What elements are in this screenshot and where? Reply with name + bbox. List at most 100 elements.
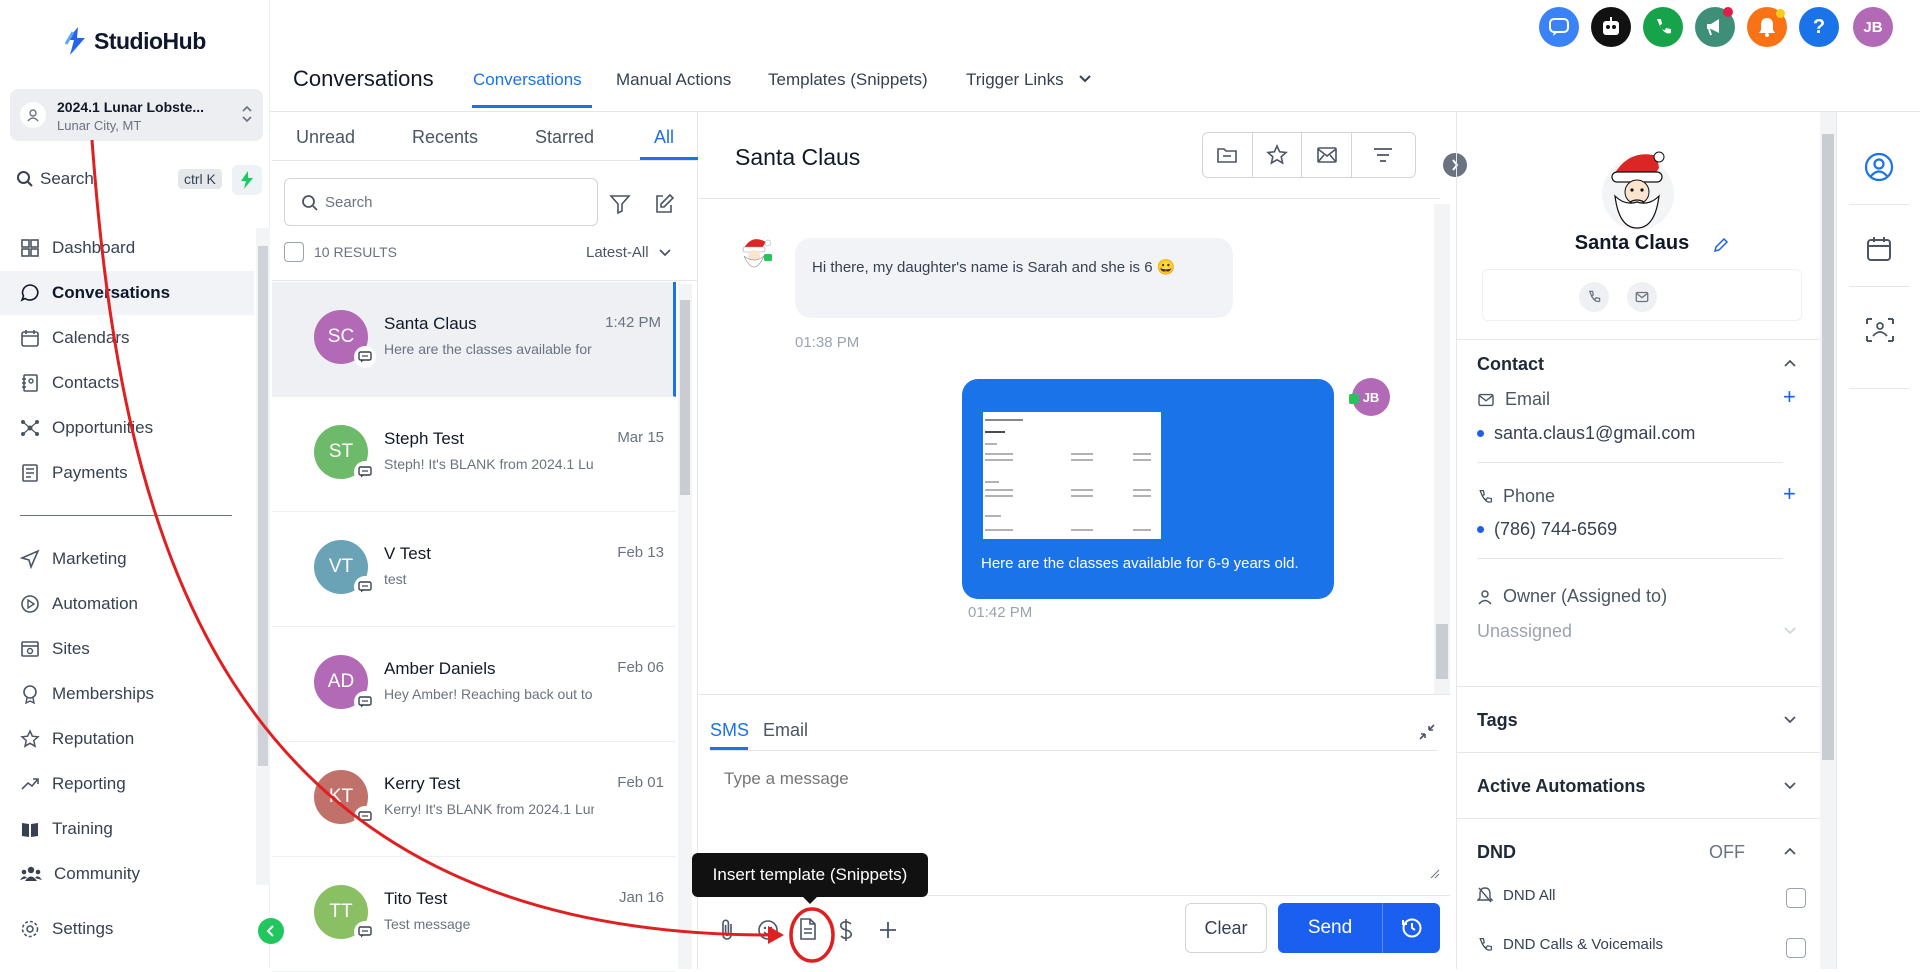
nav-payments[interactable]: Payments [0, 451, 254, 495]
message-preview: Hey Amber! Reaching back out to [384, 686, 593, 702]
conversation-row[interactable]: KT Kerry Test Kerry! It's BLANK from 2024.… [272, 742, 676, 857]
chevron-down-icon[interactable] [1078, 74, 1092, 84]
call-contact-button[interactable] [1579, 282, 1609, 312]
nav-label: Memberships [52, 684, 155, 703]
email-label: Email [1477, 389, 1550, 410]
scrollbar-thumb[interactable] [680, 300, 690, 495]
phone-value[interactable]: (786) 744-6569 [1477, 519, 1617, 540]
quick-actions-button[interactable] [232, 165, 262, 195]
schedule-send-button[interactable] [1382, 903, 1440, 953]
schedule-clock-icon [1401, 918, 1421, 938]
tab-manual-actions[interactable]: Manual Actions [616, 70, 731, 90]
paperclip-icon[interactable] [717, 918, 737, 942]
user-avatar[interactable]: JB [1853, 7, 1893, 47]
owner-select[interactable]: Unassigned [1477, 621, 1572, 642]
global-search[interactable]: Search ctrl K [10, 163, 228, 195]
nav-marketing[interactable]: Marketing [0, 537, 254, 581]
panel-scrollbar[interactable] [1820, 112, 1836, 969]
nav-community[interactable]: Community [0, 852, 254, 896]
conversation-row[interactable]: VT V Test test Feb 13 [272, 512, 676, 627]
plus-icon[interactable] [878, 920, 898, 940]
list-scrollbar[interactable] [678, 284, 692, 969]
edit-pencil-icon[interactable] [1713, 237, 1729, 253]
clear-button[interactable]: Clear [1185, 903, 1267, 953]
insert-template-icon[interactable] [797, 917, 819, 941]
select-all-checkbox[interactable] [284, 242, 304, 262]
chevron-updown-icon [242, 105, 252, 123]
nav-dashboard[interactable]: Dashboard [0, 226, 254, 270]
sidebar: StudioHub 2024.1 Lunar Lobste... Lunar C… [0, 0, 284, 969]
tab-trigger-links[interactable]: Trigger Links [966, 70, 1064, 90]
dollar-icon[interactable] [838, 917, 854, 943]
nav-reporting[interactable]: Reporting [0, 762, 254, 806]
contact-quick-actions [1482, 269, 1802, 321]
nav-calendars[interactable]: Calendars [0, 316, 254, 360]
phone-dialer-button[interactable] [1643, 7, 1683, 47]
dnd-all-checkbox[interactable] [1786, 888, 1806, 908]
notifications-button[interactable] [1747, 7, 1787, 47]
chat-widget-button[interactable] [1539, 7, 1579, 47]
send-button[interactable]: Send [1278, 903, 1382, 953]
compose-icon[interactable] [653, 193, 675, 215]
conversation-row[interactable]: ST Steph Test Steph! It's BLANK from 2024.… [272, 397, 676, 512]
calendar-icon [21, 330, 39, 347]
nav-label: Calendars [52, 328, 130, 347]
composer-toolbar: Clear Send [698, 895, 1450, 970]
filter-tab-starred[interactable]: Starred [535, 127, 594, 148]
chevron-up-icon[interactable] [1783, 846, 1797, 856]
nav-training[interactable]: Training [0, 807, 254, 851]
nav-memberships[interactable]: Memberships [0, 672, 254, 716]
star-conversation-button[interactable] [1253, 133, 1303, 177]
email-value[interactable]: santa.claus1@gmail.com [1477, 423, 1695, 444]
sort-dropdown[interactable]: Latest-All [586, 244, 671, 261]
primary-dot [1477, 430, 1484, 437]
announcements-button[interactable] [1695, 7, 1735, 47]
contact-profile-icon[interactable] [1864, 152, 1894, 182]
conversation-row[interactable]: AD Amber Daniels Hey Amber! Reaching back … [272, 627, 676, 742]
workflow-icon[interactable] [1865, 317, 1895, 343]
scrollbar-thumb[interactable] [1436, 624, 1448, 679]
brand-logo[interactable]: StudioHub [64, 26, 206, 56]
location-switcher[interactable]: 2024.1 Lunar Lobste... Lunar City, MT [10, 89, 263, 141]
conversation-row[interactable]: TT Tito Test Test message Jan 16 [272, 857, 676, 972]
nav-contacts[interactable]: Contacts [0, 361, 254, 405]
move-folder-button[interactable] [1203, 133, 1253, 177]
resize-handle-icon[interactable] [1430, 869, 1440, 879]
calendar-icon[interactable] [1866, 236, 1892, 262]
add-phone-button[interactable]: + [1783, 481, 1796, 507]
scrollbar-thumb[interactable] [258, 246, 268, 766]
collapse-composer-icon[interactable] [1418, 723, 1436, 741]
nav-conversations[interactable]: Conversations [0, 271, 254, 315]
nav-settings[interactable]: Settings [0, 907, 254, 951]
composer-tab-email[interactable]: Email [763, 720, 808, 741]
add-email-button[interactable]: + [1783, 384, 1796, 410]
conversation-search-input[interactable]: Search [284, 178, 598, 226]
filter-icon[interactable] [609, 193, 631, 215]
mark-unread-button[interactable] [1302, 133, 1352, 177]
attached-schedule-image[interactable] [983, 412, 1161, 539]
filter-tab-unread[interactable]: Unread [296, 127, 355, 148]
chevron-down-icon[interactable] [1783, 626, 1797, 636]
conversation-row[interactable]: SC Santa Claus Here are the classes availa… [272, 282, 676, 397]
sidebar-scrollbar[interactable] [256, 228, 270, 885]
chat-scrollbar[interactable] [1434, 204, 1450, 694]
emoji-icon[interactable] [757, 919, 779, 941]
nav-automation[interactable]: Automation [0, 582, 254, 626]
chevron-up-icon[interactable] [1783, 358, 1797, 368]
ai-bot-button[interactable] [1591, 7, 1631, 47]
nav-reputation[interactable]: Reputation [0, 717, 254, 761]
filter-tab-recents[interactable]: Recents [412, 127, 478, 148]
tab-templates[interactable]: Templates (Snippets) [768, 70, 928, 90]
nav-opportunities[interactable]: Opportunities [0, 406, 254, 450]
filter-divider [272, 160, 698, 161]
nav-sites[interactable]: Sites [0, 627, 254, 671]
help-button[interactable]: ? [1799, 7, 1839, 47]
composer-tab-sms[interactable]: SMS [710, 720, 749, 741]
filter-tab-all[interactable]: All [654, 127, 674, 148]
scrollbar-thumb[interactable] [1822, 134, 1834, 760]
email-contact-button[interactable] [1627, 282, 1657, 312]
tab-conversations[interactable]: Conversations [473, 70, 582, 90]
chat-filter-button[interactable] [1352, 133, 1415, 177]
dnd-calls-checkbox[interactable] [1786, 938, 1806, 958]
message-date: 1:42 PM [605, 314, 661, 331]
